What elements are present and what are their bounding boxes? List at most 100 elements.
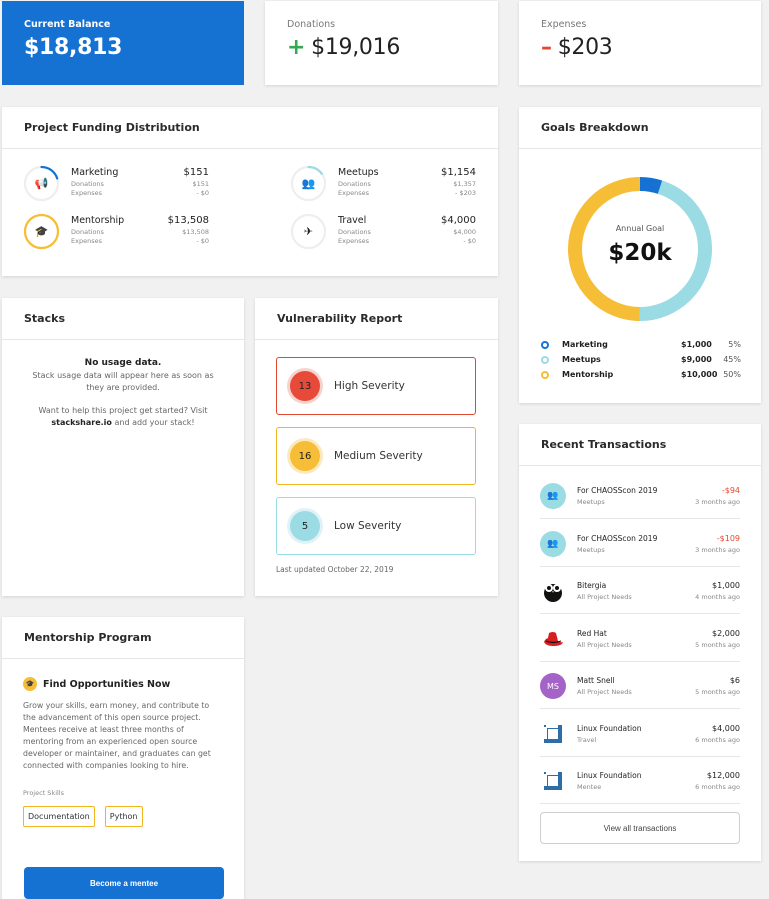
legend-item-meetups: Meetups $9,000 45% xyxy=(541,354,741,366)
stacks-card: Stacks No usage data. Stack usage data w… xyxy=(2,298,244,596)
transaction-time: 3 months ago xyxy=(695,498,740,506)
legend-amount: $10,000 xyxy=(681,370,718,379)
graduation-cap-icon: 🎓 xyxy=(23,677,37,691)
transaction-name: Linux Foundation xyxy=(577,723,642,733)
transaction-row[interactable]: 👥 For CHAOSScon 2019 Meetups -$109 3 months … xyxy=(540,520,740,567)
stackshare-link[interactable]: stackshare.io xyxy=(51,418,112,427)
goals-card: Goals Breakdown Annual Goal $20k Marketi… xyxy=(519,107,761,403)
funding-donations-label: Donations xyxy=(338,180,371,188)
view-all-transactions-button[interactable]: View all transactions xyxy=(540,812,740,844)
funding-item-marketing: 📢 Marketing $151 Donations $151 Expenses - $0 xyxy=(23,165,209,205)
transaction-amount: -$94 xyxy=(721,486,740,495)
legend-item-marketing: Marketing $1,000 5% xyxy=(541,339,741,351)
funding-donations-value: $4,000 xyxy=(453,228,476,236)
annual-goal-value: $20k xyxy=(608,240,672,266)
transaction-time: 6 months ago xyxy=(695,735,740,744)
funding-expenses-value: - $0 xyxy=(196,189,209,197)
linux-foundation-logo-icon xyxy=(540,720,566,747)
transaction-category: All Project Needs xyxy=(577,593,632,601)
legend-percent: 5% xyxy=(728,340,741,349)
funding-expenses-value: - $0 xyxy=(463,237,476,245)
funding-item-amount: $1,154 xyxy=(441,167,476,178)
transaction-time: 5 months ago xyxy=(695,688,740,696)
redhat-logo-icon xyxy=(540,625,566,652)
transaction-amount: $4,000 xyxy=(712,723,740,733)
funding-donations-label: Donations xyxy=(71,228,104,236)
legend-dot-icon xyxy=(541,341,549,349)
funding-progress-ring: 🎓 xyxy=(23,213,60,250)
transaction-row[interactable]: MS Matt Snell All Project Needs $6 5 months … xyxy=(540,662,740,709)
vulnerability-low-severity[interactable]: 5 Low Severity xyxy=(276,497,476,555)
mentorship-card: Mentorship Program 🎓 Find Opportunities … xyxy=(2,617,244,899)
mentorship-heading-row: 🎓 Find Opportunities Now xyxy=(23,677,170,691)
funding-expenses-value: - $0 xyxy=(196,237,209,245)
funding-item-travel: ✈ Travel $4,000 Donations $4,000 Expenses - $0 xyxy=(290,213,476,253)
linux-foundation-logo-icon xyxy=(540,768,566,794)
vulnerability-medium-severity[interactable]: 16 Medium Severity xyxy=(276,427,476,485)
transaction-name: For CHAOSScon 2019 xyxy=(577,486,658,495)
vulnerability-title: Vulnerability Report xyxy=(255,298,498,340)
transactions-card: Recent Transactions 👥 For CHAOSScon 2019 M… xyxy=(519,424,761,861)
project-skills-label: Project Skills xyxy=(23,789,64,797)
transaction-row[interactable]: 👥 For CHAOSScon 2019 Meetups -$94 3 months a… xyxy=(540,472,740,519)
vulnerability-high-severity[interactable]: 13 High Severity xyxy=(276,357,476,415)
funding-donations-value: $13,508 xyxy=(182,228,209,236)
transaction-name: Red Hat xyxy=(577,628,607,638)
transaction-category: Meetups xyxy=(577,545,605,554)
funding-item-name: Meetups xyxy=(338,167,379,178)
graduation-cap-icon: 🎓 xyxy=(34,225,49,238)
current-balance-label: Current Balance xyxy=(24,19,111,30)
severity-count-badge: 16 xyxy=(290,441,320,471)
transaction-name: For CHAOSScon 2019 xyxy=(577,533,658,543)
transaction-name: Matt Snell xyxy=(577,676,615,685)
severity-count-badge: 13 xyxy=(290,371,320,401)
transaction-amount: -$109 xyxy=(716,533,740,543)
funding-card: Project Funding Distribution 📢 Marketing $… xyxy=(2,107,498,276)
stacks-empty-text: Stack usage data will appear here as soo… xyxy=(32,371,214,392)
funding-expenses-label: Expenses xyxy=(338,237,369,245)
funding-expenses-label: Expenses xyxy=(71,237,102,245)
goals-title: Goals Breakdown xyxy=(519,107,761,149)
transaction-time: 3 months ago xyxy=(695,545,740,554)
current-balance-value: $18,813 xyxy=(24,35,123,60)
funding-title: Project Funding Distribution xyxy=(2,107,498,149)
funding-progress-ring: 📢 xyxy=(23,165,60,202)
skill-tag[interactable]: Documentation xyxy=(23,806,95,827)
annual-goal-label: Annual Goal xyxy=(615,224,665,233)
donations-label: Donations xyxy=(287,19,336,30)
transaction-category: Meetups xyxy=(577,498,605,506)
transaction-row[interactable]: Red Hat All Project Needs $2,000 5 months a… xyxy=(540,615,740,662)
become-mentee-button[interactable]: Become a mentee xyxy=(24,867,224,899)
expenses-value-row: – $203 xyxy=(541,35,739,60)
group-icon: 👥 xyxy=(540,483,566,509)
funding-item-amount: $4,000 xyxy=(441,215,476,226)
transaction-row[interactable]: Linux Foundation Mentee $12,000 6 months ag… xyxy=(540,757,740,804)
transaction-amount: $2,000 xyxy=(712,628,740,638)
current-balance-card: Current Balance $18,813 xyxy=(2,1,244,85)
mentorship-body: Grow your skills, earn money, and contri… xyxy=(23,701,211,771)
transaction-category: All Project Needs xyxy=(577,688,632,696)
expenses-label: Expenses xyxy=(541,19,587,30)
legend-dot-icon xyxy=(541,356,549,364)
transaction-row[interactable]: Bitergia All Project Needs $1,000 4 months … xyxy=(540,567,740,614)
legend-dot-icon xyxy=(541,371,549,379)
transaction-time: 5 months ago xyxy=(695,640,740,649)
vulnerability-updated: Last updated October 22, 2019 xyxy=(276,565,394,574)
funding-item-mentorship: 🎓 Mentorship $13,508 Donations $13,508 Expens… xyxy=(23,213,209,253)
funding-progress-ring: 👥 xyxy=(290,165,327,202)
plus-icon: + xyxy=(287,35,306,60)
donations-card: Donations + $19,016 xyxy=(265,1,498,85)
transaction-name: Linux Foundation xyxy=(577,771,642,780)
transaction-row[interactable]: Linux Foundation Travel $4,000 6 months ago xyxy=(540,710,740,757)
funding-expenses-label: Expenses xyxy=(71,189,102,197)
stacks-help-suffix: and add your stack! xyxy=(114,418,195,427)
group-icon: 👥 xyxy=(540,530,566,557)
stacks-help-text: Want to help this project get started? V… xyxy=(30,405,216,429)
transaction-category: Travel xyxy=(577,735,597,744)
legend-name: Mentorship xyxy=(562,370,614,379)
stacks-title: Stacks xyxy=(2,298,244,340)
transaction-category: Mentee xyxy=(577,783,602,791)
transaction-amount: $6 xyxy=(729,676,740,685)
severity-count-badge: 5 xyxy=(290,511,320,541)
skill-tag[interactable]: Python xyxy=(104,806,143,827)
